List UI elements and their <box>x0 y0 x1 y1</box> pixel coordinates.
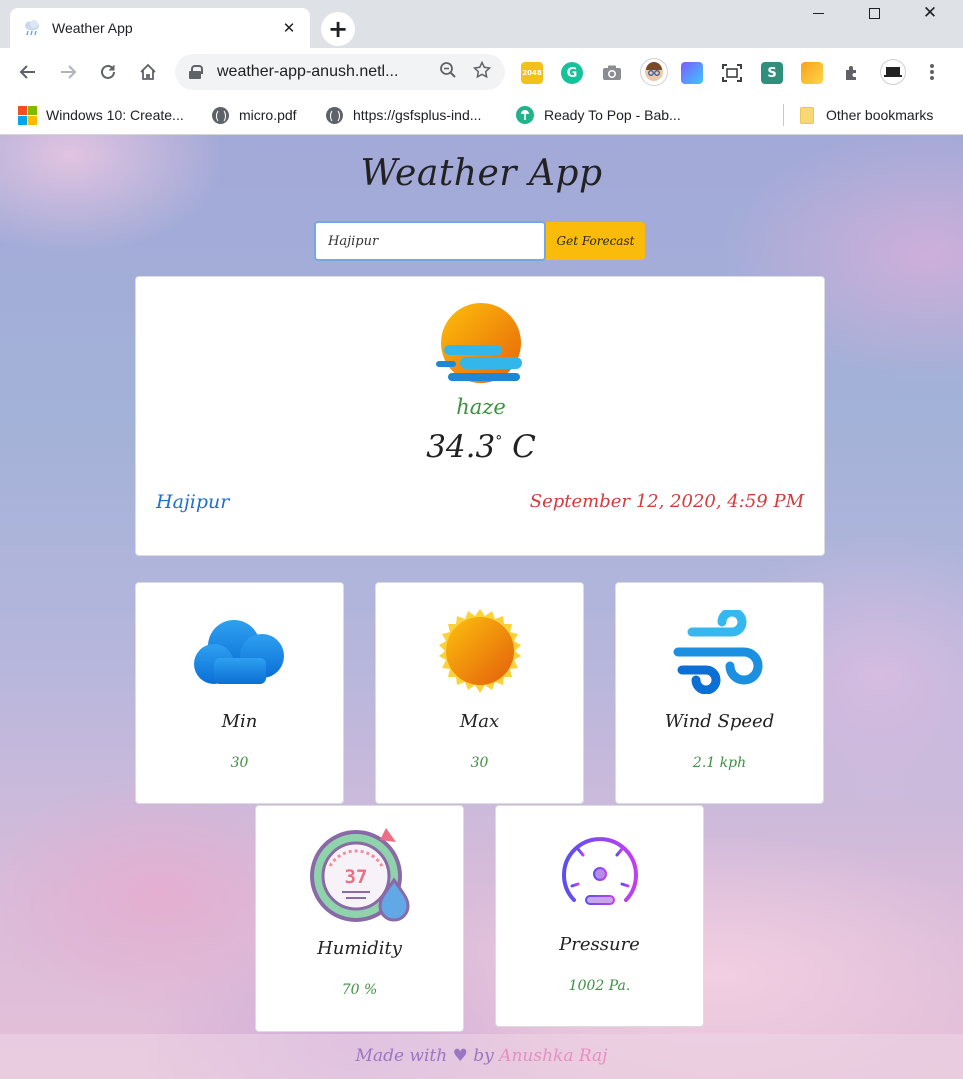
footer-by: by <box>473 1046 494 1066</box>
globe-icon <box>325 106 343 124</box>
city-name: Hajipur <box>156 491 230 513</box>
bookmarks-bar: Windows 10: Create... micro.pdf https://… <box>0 96 963 135</box>
tab-strip: Weather App ✕ + ✕ <box>0 0 963 48</box>
sun-icon <box>376 607 583 697</box>
pressure-card: Pressure 1002 Pa. <box>495 805 704 1027</box>
min-temp-card: Min 30 <box>135 582 344 804</box>
screen-capture-icon[interactable] <box>721 62 743 84</box>
cloud-icon <box>136 607 343 697</box>
humidity-gauge-text: 37 <box>344 866 367 888</box>
max-temp-card: Max 30 <box>375 582 584 804</box>
humidity-card: 37 Humidity 70 % <box>255 805 464 1032</box>
bookmark-star-icon[interactable] <box>469 60 495 84</box>
haze-weather-icon <box>434 303 524 387</box>
wind-icon <box>616 607 823 697</box>
window-close-button[interactable]: ✕ <box>902 0 958 26</box>
tab-weather-app[interactable]: Weather App ✕ <box>10 8 310 48</box>
footer-made-with: Made with <box>355 1046 448 1066</box>
weather-condition: haze <box>456 395 506 419</box>
lock-icon <box>189 65 203 79</box>
humidity-label: Humidity <box>317 938 402 959</box>
min-value: 30 <box>230 755 249 771</box>
maximize-icon <box>868 7 880 19</box>
stylish-icon[interactable]: S <box>761 62 783 84</box>
city-search-input[interactable] <box>314 221 546 261</box>
window-minimize-button[interactable] <box>790 0 846 26</box>
kebab-menu-icon[interactable] <box>922 60 942 84</box>
temperature-value: 34.3 <box>426 429 496 465</box>
zoom-icon[interactable] <box>435 61 461 84</box>
address-bar[interactable]: weather-app-anush.netl... <box>175 54 505 90</box>
bookmark-item[interactable]: micro.pdf <box>211 104 297 126</box>
browser-chrome: Weather App ✕ + ✕ weather-app-anush.netl… <box>0 0 963 135</box>
windows-logo-icon <box>17 105 37 125</box>
degree-symbol: ° <box>495 433 503 450</box>
babylist-icon <box>516 106 534 124</box>
heart-icon: ♥ <box>452 1046 468 1066</box>
cloud-rain-icon <box>22 18 42 38</box>
pressure-label: Pressure <box>559 934 640 955</box>
extensions-puzzle-icon[interactable] <box>841 62 863 84</box>
reload-icon[interactable] <box>94 58 122 86</box>
wind-speed-value: 2.1 kph <box>692 755 747 771</box>
camera-icon[interactable] <box>601 62 623 84</box>
window-maximize-button[interactable] <box>846 0 902 26</box>
humidity-value: 70 % <box>341 982 378 998</box>
home-icon[interactable] <box>134 58 162 86</box>
bookmark-label: Windows 10: Create... <box>46 107 184 123</box>
grammarly-icon[interactable]: G <box>561 62 583 84</box>
get-forecast-button[interactable]: Get Forecast <box>546 222 645 260</box>
bookmarks-divider <box>783 104 784 126</box>
bookmark-item[interactable]: https://gsfsplus-ind... <box>325 104 481 126</box>
forward-arrow-icon[interactable] <box>54 58 82 86</box>
weather-app-page: Weather App Get Forecast haze 34.3° C Ha… <box>0 135 963 1079</box>
pressure-gauge-icon <box>496 824 703 920</box>
minimize-icon <box>812 12 824 14</box>
globe-icon <box>211 106 229 124</box>
footer-author: Anushka Raj <box>499 1046 608 1066</box>
folder-icon <box>798 106 816 124</box>
other-bookmarks-label: Other bookmarks <box>826 107 934 123</box>
grid-app-icon[interactable] <box>681 62 703 84</box>
wind-speed-label: Wind Speed <box>664 711 775 732</box>
tab-close-icon[interactable]: ✕ <box>280 19 298 37</box>
account-avatar-icon[interactable] <box>880 59 906 85</box>
back-arrow-icon[interactable] <box>14 58 42 86</box>
date-time: September 12, 2020, 4:59 PM <box>529 491 804 512</box>
bookmark-item[interactable]: Ready To Pop - Bab... <box>516 104 681 126</box>
bookmark-label: https://gsfsplus-ind... <box>353 107 482 123</box>
url-text: weather-app-anush.netl... <box>217 63 399 80</box>
new-tab-button[interactable]: + <box>321 12 355 46</box>
min-label: Min <box>221 711 258 732</box>
current-weather-card: haze 34.3° C Hajipur September 12, 2020,… <box>135 276 825 556</box>
page-title: Weather App <box>360 153 603 194</box>
pressure-value: 1002 Pa. <box>568 978 631 994</box>
bookmark-label: micro.pdf <box>239 107 297 123</box>
max-label: Max <box>459 711 500 732</box>
ext-2048-icon[interactable]: 2048 <box>521 62 543 84</box>
other-bookmarks-folder[interactable]: Other bookmarks <box>798 104 933 126</box>
max-value: 30 <box>470 755 489 771</box>
humidity-gauge-icon: 37 <box>256 826 463 926</box>
bookmark-item[interactable]: Windows 10: Create... <box>17 104 184 126</box>
temperature: 34.3° C <box>136 429 826 465</box>
browser-toolbar: weather-app-anush.netl... 2048 G S <box>0 48 963 96</box>
tab-title: Weather App <box>52 20 133 36</box>
bookmark-label: Ready To Pop - Bab... <box>544 107 681 123</box>
footer: Made with ♥ by Anushka Raj <box>0 1034 963 1079</box>
temperature-unit: C <box>512 429 536 465</box>
note-extension-icon[interactable] <box>801 62 823 84</box>
profile-avatar-icon[interactable] <box>640 58 668 86</box>
wind-speed-card: Wind Speed 2.1 kph <box>615 582 824 804</box>
